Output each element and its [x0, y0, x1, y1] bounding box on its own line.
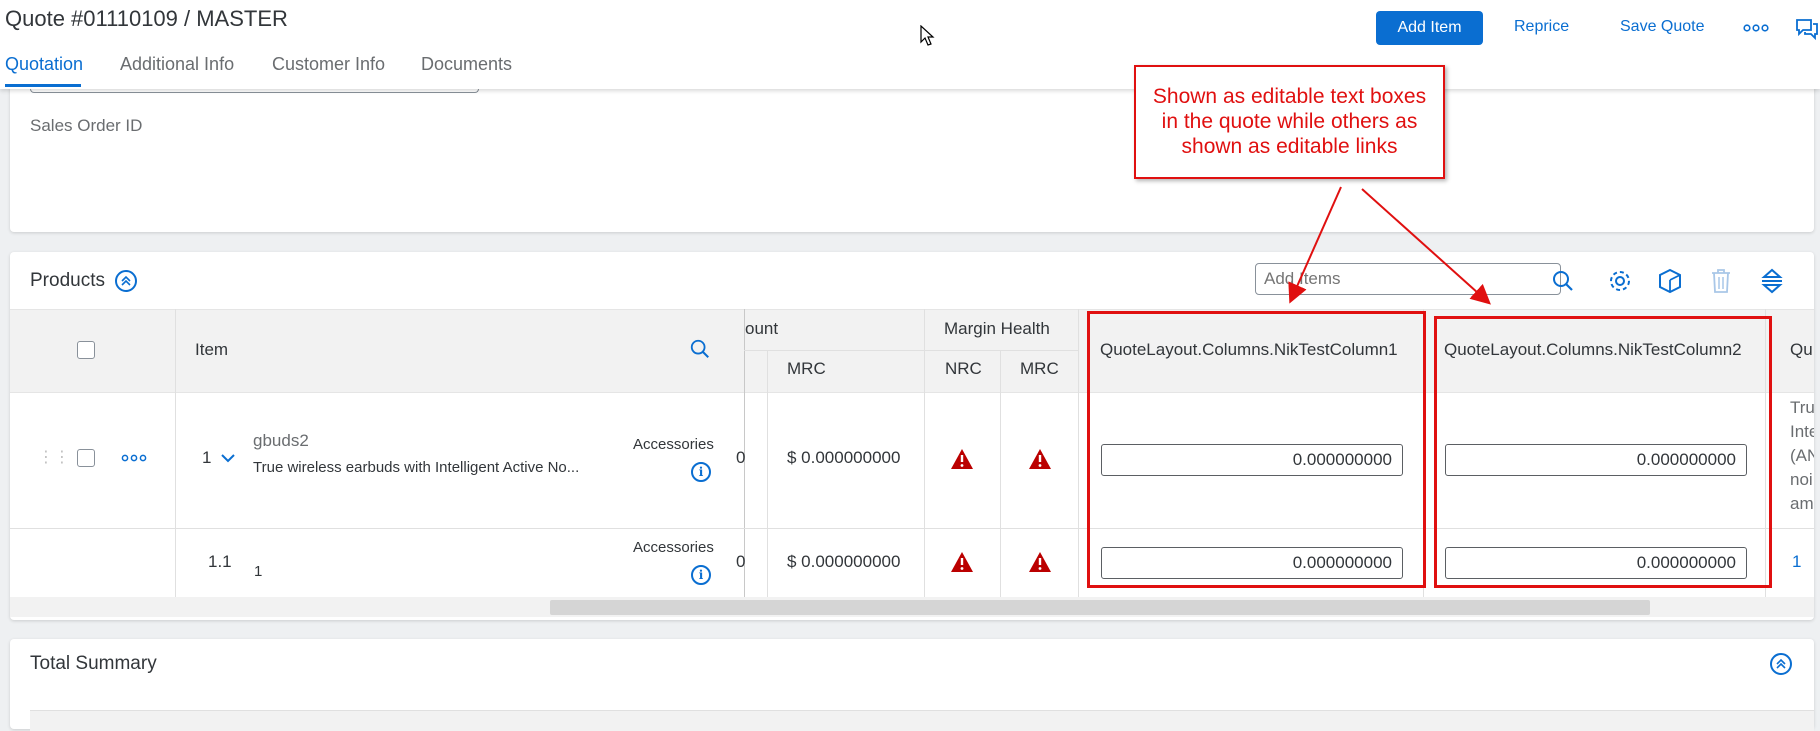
column-header-quote: Qu	[1790, 340, 1813, 359]
collapse-icon[interactable]	[115, 270, 137, 292]
quote-details-panel: Sales Order ID	[10, 70, 1814, 232]
tab-quotation[interactable]: Quotation	[5, 54, 83, 75]
horizontal-scrollbar[interactable]	[10, 597, 1814, 617]
highlight-box-column2	[1434, 316, 1772, 588]
product-category: Accessories	[633, 436, 714, 453]
warning-icon	[950, 551, 974, 578]
discount-value: 0	[736, 552, 746, 571]
drag-handle-icon[interactable]: ⋮⋮	[38, 447, 70, 467]
product-name: gbuds2	[253, 431, 309, 450]
row-number: 1	[202, 448, 212, 467]
products-title: Products	[30, 270, 105, 291]
column-header-margin-mrc: MRC	[1020, 359, 1059, 378]
quote-overflow-text: Tru Inte (AN noi am	[1790, 398, 1814, 513]
summary-table-header	[30, 710, 1814, 731]
annotation-callout: Shown as editable text boxes in the quot…	[1134, 65, 1445, 179]
more-options-icon[interactable]	[1743, 18, 1769, 43]
products-panel: Products Item ount MRC Margin Health NRC…	[10, 252, 1814, 620]
column-header-mrc: MRC	[787, 359, 826, 378]
delete-icon[interactable]	[1710, 268, 1732, 299]
active-tab-indicator	[5, 84, 81, 87]
column-header-discount: ount	[745, 319, 779, 338]
product-description: True wireless earbuds with Intelligent A…	[253, 459, 580, 476]
mouse-cursor-icon	[920, 24, 936, 52]
info-icon[interactable]: i	[691, 565, 711, 585]
row-number: 1.1	[208, 552, 232, 571]
row-checkbox[interactable]	[77, 449, 95, 467]
column-header-nrc: NRC	[945, 359, 982, 378]
warning-icon	[1028, 448, 1052, 475]
select-all-checkbox[interactable]	[77, 341, 95, 359]
mrc-value: $ 0.000000000	[787, 552, 901, 571]
total-summary-title: Total Summary	[30, 653, 157, 674]
expand-collapse-icon[interactable]	[1760, 267, 1784, 300]
product-box-icon[interactable]	[1658, 268, 1682, 299]
column-header-margin-health: Margin Health	[944, 319, 1050, 338]
column-header-item: Item	[195, 340, 229, 359]
save-quote-button[interactable]: Save Quote	[1620, 18, 1705, 36]
search-icon[interactable]	[1551, 269, 1575, 298]
page-header: Quote #01110109 / MASTER Quotation Addit…	[0, 0, 1820, 89]
add-items-search-input[interactable]	[1255, 263, 1561, 295]
reprice-button[interactable]: Reprice	[1514, 18, 1569, 36]
tab-additional-info[interactable]: Additional Info	[120, 54, 234, 75]
tab-customer-info[interactable]: Customer Info	[272, 54, 385, 75]
warning-icon	[950, 448, 974, 475]
tab-documents[interactable]: Documents	[421, 54, 512, 75]
highlight-box-column1	[1087, 311, 1426, 588]
mrc-value: $ 0.000000000	[787, 448, 901, 467]
collapse-summary-icon[interactable]	[1770, 653, 1792, 675]
product-category: Accessories	[633, 539, 714, 556]
row-more-options-icon[interactable]	[121, 451, 147, 470]
quote-overflow-link[interactable]: 1	[1792, 552, 1801, 572]
sales-order-id-label: Sales Order ID	[30, 116, 143, 135]
gear-icon[interactable]	[1607, 268, 1633, 299]
item-search-icon[interactable]	[689, 338, 711, 365]
total-summary-panel: Total Summary	[10, 639, 1814, 731]
chat-icon[interactable]	[1794, 16, 1820, 47]
product-name: 1	[254, 563, 263, 580]
chevron-down-icon[interactable]	[219, 449, 237, 472]
discount-value: 0	[736, 448, 746, 467]
page-title: Quote #01110109 / MASTER	[5, 6, 288, 31]
info-icon[interactable]: i	[691, 462, 711, 482]
scrollbar-thumb[interactable]	[550, 600, 1650, 615]
warning-icon	[1028, 551, 1052, 578]
add-item-button[interactable]: Add Item	[1376, 11, 1483, 45]
